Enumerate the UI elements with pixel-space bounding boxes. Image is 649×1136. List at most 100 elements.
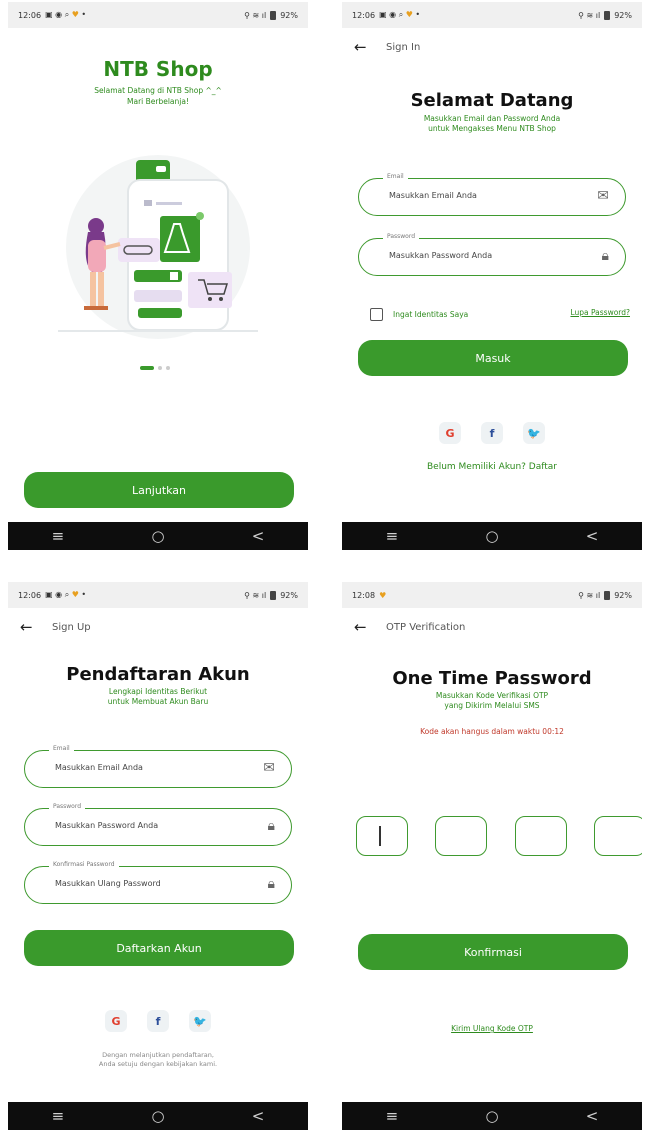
login-button[interactable]: Masuk <box>358 340 628 376</box>
back-nav-icon[interactable]: < <box>586 1107 599 1125</box>
google-icon[interactable]: G <box>439 422 461 444</box>
battery-level: 92% <box>614 10 632 20</box>
top-bar: ← Sign Up <box>8 616 308 638</box>
confirm-password-field[interactable]: Konfirmasi Password Masukkan Ulang Passw… <box>24 861 292 904</box>
forgot-password-link[interactable]: Lupa Password? <box>570 308 630 317</box>
status-time: 12:06 <box>18 590 42 600</box>
back-nav-icon[interactable]: < <box>586 527 599 545</box>
terms-line2: Anda setuju dengan kebijakan kami. <box>98 1060 218 1068</box>
register-link[interactable]: Belum Memiliki Akun? Daftar <box>342 462 642 472</box>
back-nav-icon[interactable]: < <box>252 527 265 545</box>
menu-icon[interactable]: ≡ <box>52 1107 65 1125</box>
top-bar: ← OTP Verification <box>342 616 642 638</box>
status-bar: 12:06 ▣ ◉ ⌕ ♥ • ⚲ ≋ ıl 92% <box>8 2 308 28</box>
back-nav-icon[interactable]: < <box>252 1107 265 1125</box>
facebook-icon[interactable]: f <box>147 1010 169 1032</box>
welcome-subtitle-line2: Mari Berbelanja! <box>127 97 189 106</box>
remember-checkbox[interactable] <box>370 308 383 321</box>
lock-icon[interactable]: 🔒︎ <box>268 876 275 892</box>
envelope-icon: ✉ <box>263 760 275 776</box>
battery-level: 92% <box>614 590 632 600</box>
battery-level: 92% <box>280 10 298 20</box>
status-time: 12:06 <box>352 10 376 20</box>
password-label: Password <box>49 803 86 810</box>
status-bar: 12:06 ▣ ◉ ⌕ ♥ • ⚲ ≋ ıl 92% <box>8 582 308 608</box>
subtitle-line2: untuk Mengakses Menu NTB Shop <box>428 124 556 133</box>
otp-screen: 12:08 ♥ ⚲ ≋ ıl 92% ← OTP Verification One … <box>342 582 642 1130</box>
resend-otp-link[interactable]: Kirim Ulang Kode OTP <box>342 1024 642 1033</box>
remember-me[interactable]: Ingat Identitas Saya <box>370 308 468 321</box>
email-label: Email <box>49 745 74 752</box>
welcome-subtitle-line1: Selamat Datang di NTB Shop ^_^ <box>94 86 222 95</box>
menu-icon[interactable]: ≡ <box>386 1107 399 1125</box>
email-field[interactable]: Email Masukkan Email Anda ✉ <box>24 745 292 788</box>
otp-digit-4[interactable] <box>593 816 642 856</box>
system-nav-bar: ≡ ○ < <box>342 522 642 550</box>
app-title: NTB Shop <box>103 57 213 81</box>
back-arrow-icon[interactable]: ← <box>354 618 372 636</box>
system-nav-bar: ≡ ○ < <box>8 522 308 550</box>
topbar-title: OTP Verification <box>386 621 466 633</box>
signup-screen: 12:06 ▣ ◉ ⌕ ♥ • ⚲ ≋ ıl 92% ← Sign Up Penda… <box>8 582 308 1130</box>
status-bar: 12:08 ♥ ⚲ ≋ ıl 92% <box>342 582 642 608</box>
otp-digit-1[interactable] <box>356 816 408 856</box>
page-title: Pendaftaran Akun <box>66 664 250 685</box>
twitter-icon[interactable]: 🐦 <box>523 422 545 444</box>
battery-icon <box>604 10 611 20</box>
google-icon[interactable]: G <box>105 1010 127 1032</box>
password-placeholder: Masukkan Password Anda <box>55 821 159 830</box>
status-bar: 12:06 ▣ ◉ ⌕ ♥ • ⚲ ≋ ıl 92% <box>342 2 642 28</box>
page-title: Selamat Datang <box>410 90 574 111</box>
subtitle-line1: Masukkan Email dan Password Anda <box>423 114 561 123</box>
otp-digit-3[interactable] <box>514 816 567 856</box>
back-arrow-icon[interactable]: ← <box>354 38 372 56</box>
system-nav-bar: ≡ ○ < <box>8 1102 308 1130</box>
welcome-screen: 12:06 ▣ ◉ ⌕ ♥ • ⚲ ≋ ıl 92% NTB Shop Selama… <box>8 2 308 550</box>
password-field[interactable]: Password Masukkan Password Anda 🔒︎ <box>358 233 626 276</box>
shopping-illustration <box>58 155 258 339</box>
home-icon[interactable]: ○ <box>151 1107 164 1125</box>
menu-icon[interactable]: ≡ <box>386 527 399 545</box>
battery-icon <box>604 590 611 600</box>
envelope-icon: ✉ <box>597 188 609 204</box>
home-icon[interactable]: ○ <box>151 527 164 545</box>
email-placeholder: Masukkan Email Anda <box>389 191 477 200</box>
text-cursor <box>379 826 381 846</box>
top-bar: ← Sign In <box>342 36 642 58</box>
password-label: Password <box>383 233 420 240</box>
page-dot <box>158 366 162 370</box>
lock-icon[interactable]: 🔒︎ <box>268 818 275 834</box>
subtitle-line1: Masukkan Kode Verifikasi OTP <box>435 691 549 700</box>
email-placeholder: Masukkan Email Anda <box>55 763 143 772</box>
battery-level: 92% <box>280 590 298 600</box>
otp-timer: Kode akan hangus dalam waktu 00:12 <box>420 727 564 736</box>
back-arrow-icon[interactable]: ← <box>20 618 38 636</box>
page-indicator <box>140 366 170 370</box>
email-label: Email <box>383 173 408 180</box>
menu-icon[interactable]: ≡ <box>52 527 65 545</box>
email-field[interactable]: Email Masukkan Email Anda ✉ <box>358 173 626 216</box>
password-field[interactable]: Password Masukkan Password Anda 🔒︎ <box>24 803 292 846</box>
confirm-button[interactable]: Konfirmasi <box>358 934 628 970</box>
password-placeholder: Masukkan Password Anda <box>389 251 493 260</box>
social-login: G f 🐦 <box>8 1010 308 1032</box>
page-title: One Time Password <box>392 668 592 689</box>
home-icon[interactable]: ○ <box>485 1107 498 1125</box>
page-dot-active <box>140 366 154 370</box>
continue-button[interactable]: Lanjutkan <box>24 472 294 508</box>
confirm-password-label: Konfirmasi Password <box>49 861 119 868</box>
otp-digit-2[interactable] <box>435 816 488 856</box>
topbar-title: Sign Up <box>52 621 91 633</box>
status-time: 12:06 <box>18 10 42 20</box>
twitter-icon[interactable]: 🐦 <box>189 1010 211 1032</box>
lock-icon[interactable]: 🔒︎ <box>602 248 609 264</box>
remember-label: Ingat Identitas Saya <box>393 310 469 319</box>
subtitle-line1: Lengkapi Identitas Berikut <box>108 687 208 696</box>
register-button[interactable]: Daftarkan Akun <box>24 930 294 966</box>
confirm-password-placeholder: Masukkan Ulang Password <box>55 879 161 888</box>
system-nav-bar: ≡ ○ < <box>342 1102 642 1130</box>
signin-screen: 12:06 ▣ ◉ ⌕ ♥ • ⚲ ≋ ıl 92% ← Sign In Selam… <box>342 2 642 550</box>
subtitle-line2: yang Dikirim Melalui SMS <box>444 701 540 710</box>
home-icon[interactable]: ○ <box>485 527 498 545</box>
facebook-icon[interactable]: f <box>481 422 503 444</box>
